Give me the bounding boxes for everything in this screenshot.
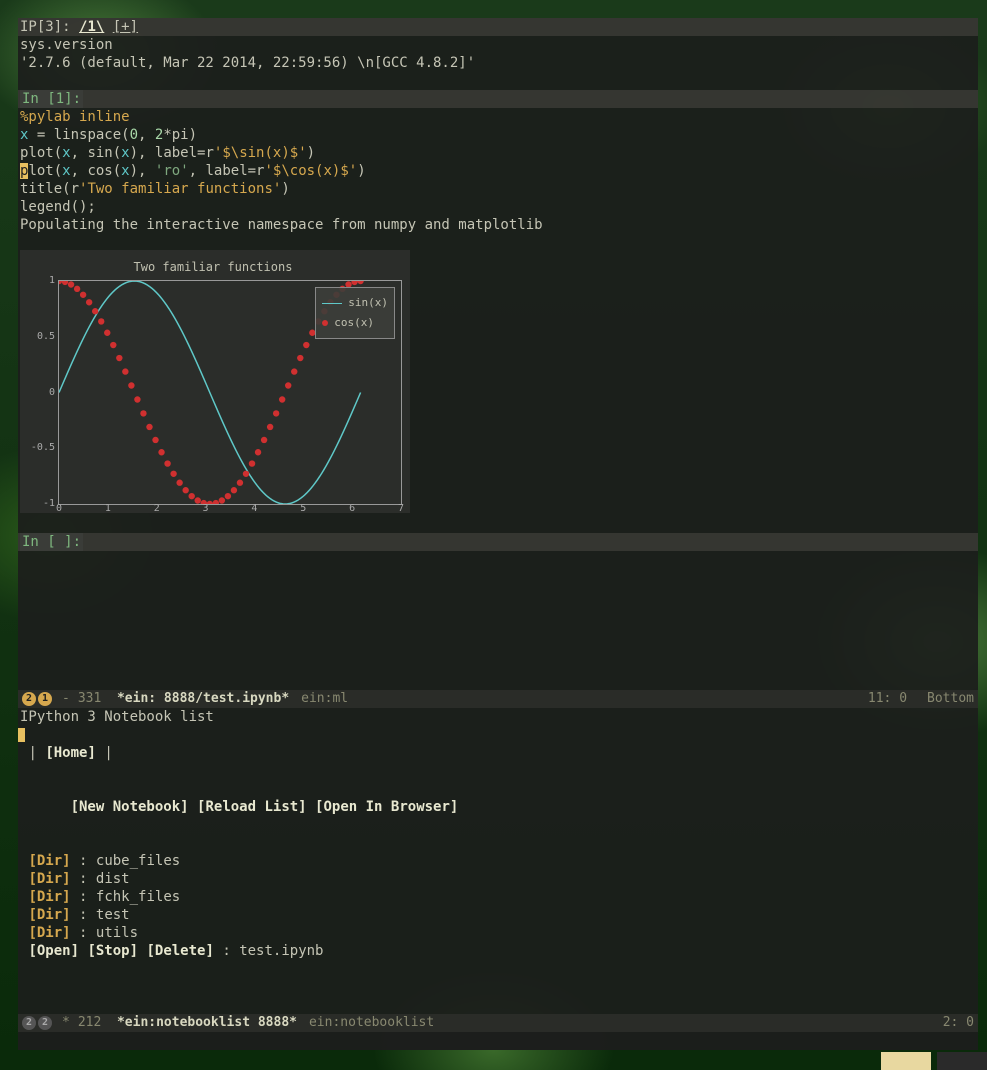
taskbar [0, 1052, 987, 1070]
ytick: -0.5 [25, 439, 55, 457]
cursor [18, 728, 25, 742]
legend-label: sin(x) [348, 294, 388, 312]
notebooklist-pane[interactable]: IPython 3 Notebook list | [Home] | [New … [18, 708, 978, 1014]
legend-label: cos(x) [334, 314, 374, 332]
file-name: test.ipynb [239, 943, 323, 959]
major-mode: ein:notebooklist [309, 1014, 434, 1032]
ytick: 0 [25, 384, 55, 402]
chart-axes: 1 0.5 0 -0.5 -1 0 1 2 3 4 5 6 7 sin(x) c… [58, 280, 402, 505]
window-badge[interactable]: 2 [38, 1016, 52, 1030]
dir-tag[interactable]: [Dir] [28, 853, 70, 869]
taskbar-item[interactable] [937, 1052, 987, 1070]
taskbar-item[interactable] [881, 1052, 931, 1070]
code-cell-1[interactable]: %pylab inline x = linspace(0, 2*pi) plot… [18, 108, 978, 216]
cell-prompt-1: In [1]: [18, 90, 978, 108]
dir-name: dist [96, 871, 130, 887]
dir-tag[interactable]: [Dir] [28, 907, 70, 923]
minibuffer[interactable] [18, 1032, 978, 1050]
major-mode: ein:ml [301, 690, 348, 708]
dir-row: [Dir] : fchk_files [18, 888, 978, 906]
cursor-position: 11: 0 [868, 690, 907, 708]
dir-row: [Dir] : test [18, 906, 978, 924]
cursor-position: 2: 0 [943, 1014, 974, 1032]
dir-tag[interactable]: [Dir] [28, 871, 70, 887]
window-badge[interactable]: 1 [38, 692, 52, 706]
dir-tag[interactable]: [Dir] [28, 889, 70, 905]
dir-name: test [96, 907, 130, 923]
xtick: 6 [349, 500, 355, 518]
modeline-top: 2 1 - 331 *ein: 8888/test.ipynb* ein:ml … [18, 690, 978, 708]
dir-tag[interactable]: [Dir] [28, 925, 70, 941]
notebook-pane[interactable]: IP[3]: /1\ [+] sys.version '2.7.6 (defau… [18, 18, 978, 690]
dir-row: [Dir] : utils [18, 924, 978, 942]
dir-row: [Dir] : cube_files [18, 852, 978, 870]
open-button[interactable]: [Open] [28, 943, 79, 959]
file-row: [Open] [Stop] [Delete] : test.ipynb [18, 942, 978, 960]
emacs-window: IP[3]: /1\ [+] sys.version '2.7.6 (defau… [18, 18, 978, 1050]
tab-prefix: IP[3]: [20, 19, 71, 35]
chart-title: Two familiar functions [24, 258, 402, 276]
modeline-bottom: 2 2 * 212 *ein:notebooklist 8888* ein:no… [18, 1014, 978, 1032]
legend-dot-icon [322, 320, 328, 326]
buffer-name: *ein:notebooklist 8888* [117, 1014, 297, 1032]
nblist-breadcrumb: | [Home] | [18, 744, 978, 762]
xtick: 0 [56, 500, 62, 518]
line-number: 212 [78, 1014, 101, 1032]
ytick: -1 [25, 495, 55, 513]
xtick: 5 [300, 500, 306, 518]
delete-button[interactable]: [Delete] [146, 943, 213, 959]
ytick: 0.5 [25, 328, 55, 346]
xtick: 3 [203, 500, 209, 518]
chart-legend: sin(x) cos(x) [315, 287, 395, 339]
nblist-title: IPython 3 Notebook list [18, 708, 978, 726]
dir-name: fchk_files [96, 889, 180, 905]
output-sys-version: sys.version '2.7.6 (default, Mar 22 2014… [18, 36, 978, 72]
tab-bar: IP[3]: /1\ [+] [18, 18, 978, 36]
workspace-badge[interactable]: 2 [22, 1016, 36, 1030]
dir-row: [Dir] : dist [18, 870, 978, 888]
xtick: 7 [398, 500, 404, 518]
scroll-position: Bottom [927, 690, 974, 708]
tab-active[interactable]: /1\ [79, 19, 104, 35]
dir-name: utils [96, 925, 138, 941]
cell-1-stdout: Populating the interactive namespace fro… [18, 216, 978, 234]
ytick: 1 [25, 272, 55, 290]
home-link[interactable]: [Home] [45, 745, 96, 761]
dir-name: cube_files [96, 853, 180, 869]
reload-list-button[interactable]: [Reload List] [197, 799, 307, 815]
buffer-name: *ein: 8888/test.ipynb* [117, 690, 289, 708]
line-number: 331 [78, 690, 101, 708]
xtick: 1 [105, 500, 111, 518]
xtick: 2 [154, 500, 160, 518]
workspace-badge[interactable]: 2 [22, 692, 36, 706]
legend-line-icon [322, 303, 342, 304]
matplotlib-figure: Two familiar functions 1 0.5 0 -0.5 -1 0… [20, 250, 410, 513]
cell-prompt-empty: In [ ]: [18, 533, 978, 551]
stop-button[interactable]: [Stop] [87, 943, 138, 959]
open-in-browser-button[interactable]: [Open In Browser] [315, 799, 458, 815]
xtick: 4 [251, 500, 257, 518]
new-notebook-button[interactable]: [New Notebook] [71, 799, 189, 815]
tab-add-button[interactable]: [+] [113, 19, 138, 35]
